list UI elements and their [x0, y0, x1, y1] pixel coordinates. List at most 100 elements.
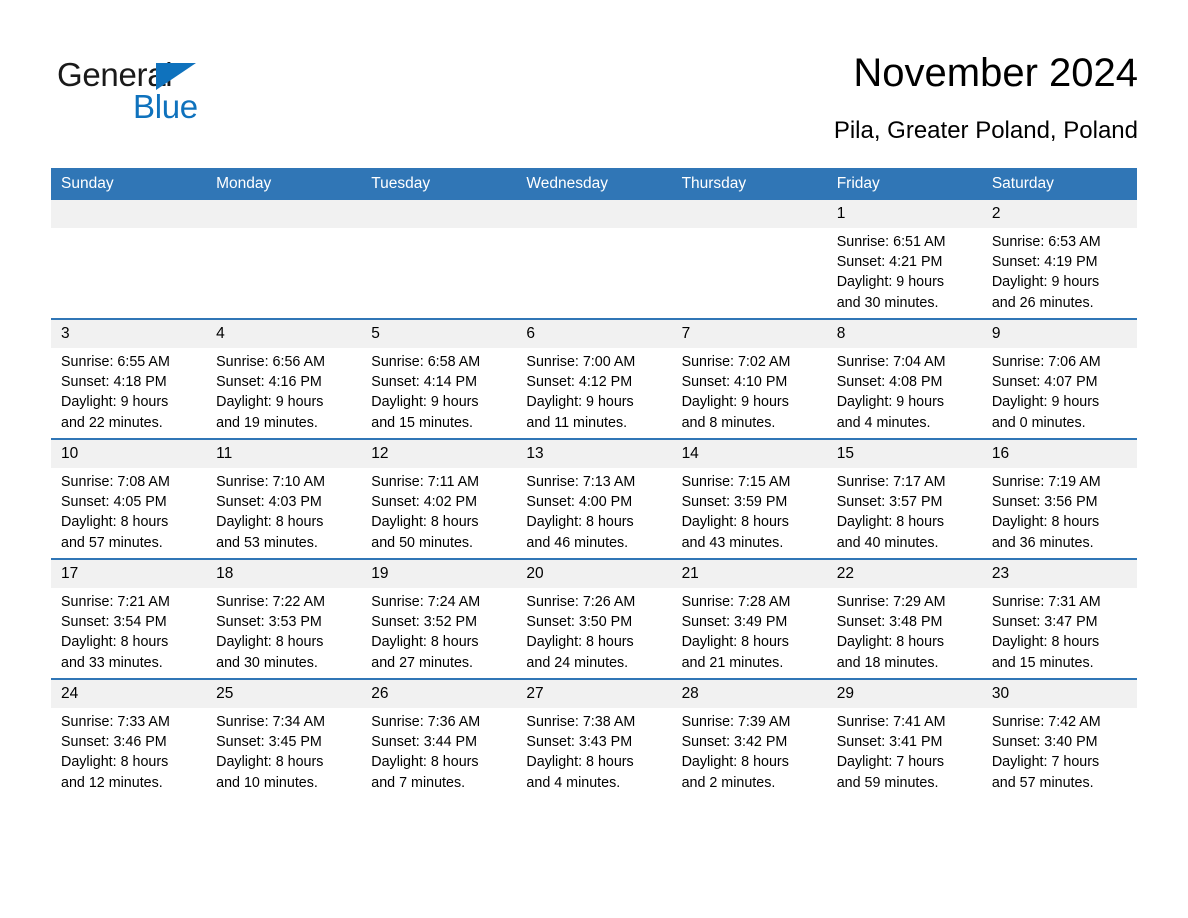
weekday-header-saturday: Saturday	[981, 168, 1137, 200]
day-details: Sunrise: 7:21 AM Sunset: 3:54 PM Daylight:…	[51, 588, 206, 673]
day-number	[361, 200, 517, 228]
daylight-text-line1: Daylight: 8 hours	[61, 634, 169, 651]
day-number: 18	[206, 560, 362, 588]
calendar-day-cell[interactable]: 17 Sunrise: 7:21 AM Sunset: 3:54 PM Dayligh…	[51, 558, 207, 679]
daylight-text-line2: and 57 minutes.	[61, 534, 163, 551]
day-number: 6	[516, 320, 672, 348]
sunset-text: Sunset: 4:03 PM	[216, 494, 322, 511]
calendar-day-cell-empty	[671, 200, 827, 319]
calendar-day-cell[interactable]: 8 Sunrise: 7:04 AM Sunset: 4:08 PM Daylight…	[826, 318, 982, 439]
daylight-text-line2: and 36 minutes.	[991, 534, 1094, 551]
calendar-day-cell[interactable]: 10 Sunrise: 7:08 AM Sunset: 4:05 PM Dayligh…	[51, 438, 207, 559]
calendar-day-cell[interactable]: 3 Sunrise: 6:55 AM Sunset: 4:18 PM Daylight…	[51, 318, 207, 439]
calendar-day-cell[interactable]: 26 Sunrise: 7:36 AM Sunset: 3:44 PM Dayligh…	[361, 678, 517, 798]
sunset-text: Sunset: 3:54 PM	[61, 614, 167, 631]
brand-logo[interactable]: General Blue	[57, 48, 257, 123]
calendar-day-cell[interactable]: 29 Sunrise: 7:41 AM Sunset: 3:41 PM Dayligh…	[826, 678, 982, 798]
calendar-day-cell[interactable]: 4 Sunrise: 6:56 AM Sunset: 4:16 PM Daylight…	[206, 318, 362, 439]
daylight-text-line2: and 22 minutes.	[61, 414, 163, 431]
day-details: Sunrise: 7:24 AM Sunset: 3:52 PM Daylight:…	[361, 588, 516, 673]
calendar-day-cell-empty	[51, 200, 207, 319]
calendar-week-row: 24 Sunrise: 7:33 AM Sunset: 3:46 PM Dayligh…	[51, 678, 1137, 798]
day-number: 21	[671, 560, 827, 588]
day-number: 7	[671, 320, 827, 348]
daylight-text-line1: Daylight: 8 hours	[526, 754, 634, 771]
daylight-text-line2: and 12 minutes.	[61, 774, 163, 791]
daylight-text-line2: and 7 minutes.	[371, 774, 466, 791]
day-details: Sunrise: 7:38 AM Sunset: 3:43 PM Daylight:…	[516, 708, 671, 793]
day-number: 24	[51, 680, 207, 708]
sunset-text: Sunset: 3:43 PM	[526, 734, 633, 751]
calendar-day-cell[interactable]: 16 Sunrise: 7:19 AM Sunset: 3:56 PM Dayligh…	[981, 438, 1137, 559]
daylight-text-line2: and 46 minutes.	[526, 534, 629, 551]
calendar-week-row: 10 Sunrise: 7:08 AM Sunset: 4:05 PM Dayligh…	[51, 438, 1137, 559]
day-details: Sunrise: 7:28 AM Sunset: 3:49 PM Daylight:…	[672, 588, 827, 673]
daylight-text-line1: Daylight: 8 hours	[216, 754, 324, 771]
daylight-text-line1: Daylight: 8 hours	[681, 754, 789, 771]
calendar-day-cell[interactable]: 5 Sunrise: 6:58 AM Sunset: 4:14 PM Daylight…	[361, 318, 517, 439]
daylight-text-line2: and 4 minutes.	[836, 414, 931, 431]
calendar-day-cell[interactable]: 18 Sunrise: 7:22 AM Sunset: 3:53 PM Dayligh…	[206, 558, 362, 679]
calendar-day-cell[interactable]: 27 Sunrise: 7:38 AM Sunset: 3:43 PM Dayligh…	[516, 678, 672, 798]
daylight-text-line2: and 30 minutes.	[836, 294, 939, 311]
calendar-day-cell[interactable]: 11 Sunrise: 7:10 AM Sunset: 4:03 PM Dayligh…	[206, 438, 362, 559]
sunset-text: Sunset: 3:59 PM	[681, 494, 788, 511]
day-number: 5	[361, 320, 517, 348]
calendar-day-cell-empty	[361, 200, 517, 319]
day-details: Sunrise: 7:31 AM Sunset: 3:47 PM Daylight:…	[982, 588, 1137, 673]
calendar-day-cell[interactable]: 1 Sunrise: 6:51 AM Sunset: 4:21 PM Daylight…	[826, 200, 982, 319]
day-number: 2	[981, 200, 1137, 228]
calendar-day-cell[interactable]: 23 Sunrise: 7:31 AM Sunset: 3:47 PM Dayligh…	[981, 558, 1137, 679]
sunset-text: Sunset: 3:47 PM	[991, 614, 1098, 631]
daylight-text-line1: Daylight: 8 hours	[836, 514, 944, 531]
daylight-text-line1: Daylight: 9 hours	[836, 394, 944, 411]
daylight-text-line1: Daylight: 8 hours	[681, 514, 789, 531]
calendar-day-cell[interactable]: 30 Sunrise: 7:42 AM Sunset: 3:40 PM Dayligh…	[981, 678, 1137, 798]
sunrise-text: Sunrise: 7:06 AM	[991, 354, 1101, 370]
calendar-day-cell[interactable]: 15 Sunrise: 7:17 AM Sunset: 3:57 PM Dayligh…	[826, 438, 982, 559]
day-number: 13	[516, 440, 672, 468]
weekday-header-monday: Monday	[206, 168, 362, 200]
calendar-day-cell[interactable]: 6 Sunrise: 7:00 AM Sunset: 4:12 PM Daylight…	[516, 318, 672, 439]
calendar-day-cell[interactable]: 13 Sunrise: 7:13 AM Sunset: 4:00 PM Dayligh…	[516, 438, 672, 559]
calendar-day-cell[interactable]: 14 Sunrise: 7:15 AM Sunset: 3:59 PM Dayligh…	[671, 438, 827, 559]
daylight-text-line1: Daylight: 9 hours	[371, 394, 479, 411]
calendar-day-cell[interactable]: 19 Sunrise: 7:24 AM Sunset: 3:52 PM Dayligh…	[361, 558, 517, 679]
calendar-day-cell[interactable]: 25 Sunrise: 7:34 AM Sunset: 3:45 PM Dayligh…	[206, 678, 362, 798]
sunset-text: Sunset: 3:50 PM	[526, 614, 633, 631]
sunrise-text: Sunrise: 7:41 AM	[836, 714, 946, 730]
day-details: Sunrise: 7:04 AM Sunset: 4:08 PM Daylight:…	[827, 348, 982, 433]
sunset-text: Sunset: 3:52 PM	[371, 614, 477, 631]
sunrise-text: Sunrise: 6:55 AM	[61, 354, 170, 370]
calendar-day-cell[interactable]: 9 Sunrise: 7:06 AM Sunset: 4:07 PM Daylight…	[981, 318, 1137, 439]
sunrise-text: Sunrise: 7:28 AM	[681, 594, 791, 610]
calendar-day-cell[interactable]: 20 Sunrise: 7:26 AM Sunset: 3:50 PM Dayligh…	[516, 558, 672, 679]
daylight-text-line2: and 2 minutes.	[681, 774, 776, 791]
calendar-day-cell[interactable]: 28 Sunrise: 7:39 AM Sunset: 3:42 PM Dayligh…	[671, 678, 827, 798]
sunrise-text: Sunrise: 7:42 AM	[991, 714, 1101, 730]
calendar-day-cell[interactable]: 12 Sunrise: 7:11 AM Sunset: 4:02 PM Dayligh…	[361, 438, 517, 559]
calendar-day-cell[interactable]: 24 Sunrise: 7:33 AM Sunset: 3:46 PM Dayligh…	[51, 678, 207, 798]
day-details: Sunrise: 7:13 AM Sunset: 4:00 PM Daylight:…	[516, 468, 671, 553]
sunrise-text: Sunrise: 7:11 AM	[371, 474, 480, 490]
sunset-text: Sunset: 4:00 PM	[526, 494, 633, 511]
daylight-text-line1: Daylight: 9 hours	[836, 274, 944, 291]
calendar-day-cell[interactable]: 7 Sunrise: 7:02 AM Sunset: 4:10 PM Daylight…	[671, 318, 827, 439]
sunset-text: Sunset: 4:02 PM	[371, 494, 477, 511]
daylight-text-line1: Daylight: 8 hours	[61, 514, 169, 531]
sunrise-text: Sunrise: 7:19 AM	[991, 474, 1101, 490]
daylight-text-line1: Daylight: 9 hours	[681, 394, 789, 411]
calendar-day-cell[interactable]: 21 Sunrise: 7:28 AM Sunset: 3:49 PM Dayligh…	[671, 558, 827, 679]
day-number: 20	[516, 560, 672, 588]
day-details: Sunrise: 7:10 AM Sunset: 4:03 PM Daylight:…	[206, 468, 361, 553]
day-details: Sunrise: 6:51 AM Sunset: 4:21 PM Daylight:…	[827, 228, 982, 313]
sunrise-text: Sunrise: 6:56 AM	[216, 354, 326, 370]
daylight-text-line1: Daylight: 9 hours	[526, 394, 634, 411]
sunset-text: Sunset: 3:56 PM	[991, 494, 1098, 511]
page-title: November 2024	[853, 51, 1138, 95]
calendar-day-cell[interactable]: 22 Sunrise: 7:29 AM Sunset: 3:48 PM Dayligh…	[826, 558, 982, 679]
daylight-text-line1: Daylight: 8 hours	[216, 634, 324, 651]
sunrise-text: Sunrise: 6:58 AM	[371, 354, 481, 370]
day-number	[51, 200, 207, 228]
calendar-day-cell[interactable]: 2 Sunrise: 6:53 AM Sunset: 4:19 PM Daylight…	[981, 200, 1137, 319]
